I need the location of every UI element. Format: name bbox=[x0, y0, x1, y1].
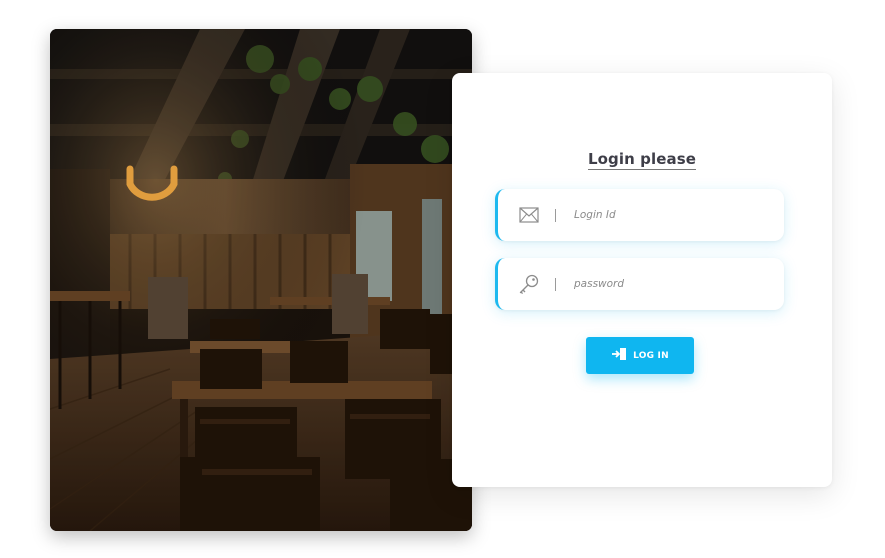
login-title: Login please bbox=[452, 150, 832, 170]
login-icon bbox=[611, 347, 627, 364]
login-card: Login please Login Id LOG IN bbox=[452, 73, 832, 487]
password-input[interactable] bbox=[574, 274, 754, 294]
password-field[interactable] bbox=[495, 258, 784, 310]
field-separator bbox=[555, 208, 556, 222]
login-button-label: LOG IN bbox=[633, 350, 669, 361]
login-title-text: Login please bbox=[587, 150, 697, 170]
key-icon bbox=[518, 273, 540, 295]
envelope-icon bbox=[518, 204, 540, 226]
restaurant-photo bbox=[50, 29, 472, 531]
login-id-field[interactable] bbox=[495, 189, 784, 241]
login-id-input[interactable] bbox=[574, 205, 754, 225]
login-button[interactable]: LOG IN bbox=[586, 337, 694, 374]
field-separator bbox=[555, 277, 556, 291]
